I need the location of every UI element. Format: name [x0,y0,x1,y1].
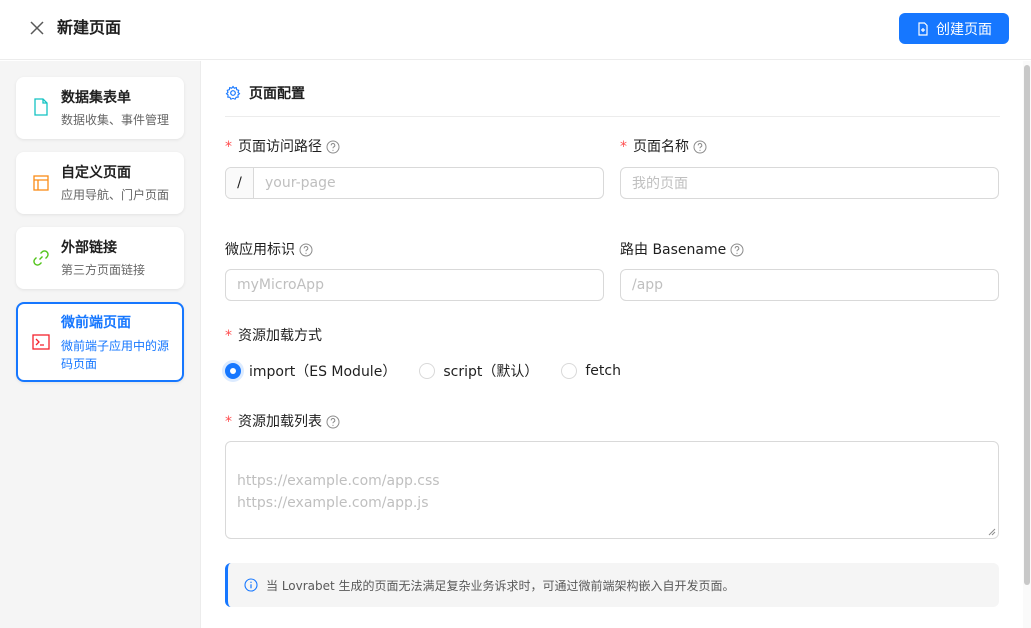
page-type-desc: 第三方页面链接 [61,263,146,277]
page-title: 新建页面 [57,18,122,37]
scrollbar[interactable] [1023,61,1031,628]
path-prefix-addon: / [226,168,254,198]
page-type-desc: 微前端子应用中的源码页面 [61,339,170,371]
page-type-sidebar: 数据集表单 数据收集、事件管理 自定义页面 应用导航、门户页面 外部链接 第三方… [0,61,201,628]
page-type-title: 自定义页面 [61,165,131,181]
file-add-icon [918,21,928,36]
question-circle-icon[interactable] [730,243,744,257]
page-type-title: 微前端页面 [61,315,131,331]
basename-input[interactable]: /app [620,269,999,301]
page-config-form: 页面配置 * 页面访问路径 / your-page * 页面名称 我的页面 微应… [201,61,1023,628]
radio-fetch[interactable]: fetch [561,363,621,379]
radio-label: script（默认） [443,364,539,380]
path-label: * 页面访问路径 [225,137,340,157]
page-type-desc: 数据收集、事件管理 [61,113,170,127]
required-mark: * [225,139,232,155]
page-type-card-micro-frontend[interactable]: 微前端页面 微前端子应用中的源码页面 [16,302,184,382]
radio-circle[interactable] [225,363,241,379]
load-mode-label-text: 资源加载方式 [238,328,322,344]
link-icon [33,250,49,266]
resources-textarea[interactable]: https://example.com/app.css https://exam… [225,441,999,539]
resources-label: * 资源加载列表 [225,412,340,432]
resize-handle-icon[interactable] [988,528,996,536]
micro-app-label: 微应用标识 [225,240,313,260]
question-circle-icon[interactable] [326,140,340,154]
load-mode-radio-group: import（ES Module） script（默认） fetch [225,361,644,381]
name-label: * 页面名称 [620,137,707,157]
section-title: 页面配置 [225,83,305,103]
page-type-card-external-link[interactable]: 外部链接 第三方页面链接 [16,227,184,289]
radio-circle[interactable] [561,363,578,379]
create-page-button[interactable]: 创建页面 [899,13,1009,44]
page-type-desc: 应用导航、门户页面 [61,188,170,202]
basename-label: 路由 Basename [620,240,744,260]
question-circle-icon[interactable] [693,140,707,154]
gear-icon [225,85,241,100]
create-page-label: 创建页面 [936,21,992,38]
page-type-title: 数据集表单 [61,90,131,106]
basename-label-text: 路由 Basename [620,242,727,258]
close-button[interactable] [26,17,48,39]
section-divider [225,116,1000,117]
page-type-card-dataset-form[interactable]: 数据集表单 数据收集、事件管理 [16,77,184,139]
name-label-text: 页面名称 [633,139,689,155]
radio-circle[interactable] [419,363,436,379]
code-icon [32,334,50,350]
load-mode-label: * 资源加载方式 [225,326,322,346]
required-mark: * [225,328,232,344]
info-circle-icon [244,578,258,592]
resources-placeholder: https://example.com/app.css https://exam… [237,473,440,511]
radio-label: fetch [585,363,621,379]
scrollbar-thumb[interactable] [1024,65,1030,585]
dialog-header: 新建页面 创建页面 [0,0,1031,60]
radio-import[interactable]: import（ES Module） [225,361,396,381]
path-input-group: / your-page [225,167,604,199]
page-type-card-custom-page[interactable]: 自定义页面 应用导航、门户页面 [16,152,184,214]
micro-app-input[interactable]: myMicroApp [225,269,604,301]
question-circle-icon[interactable] [326,415,340,429]
info-alert: 当 Lovrabet 生成的页面无法满足复杂业务诉求时，可通过微前端架构嵌入自开… [225,563,999,607]
layout-icon [33,175,49,191]
info-alert-text: 当 Lovrabet 生成的页面无法满足复杂业务诉求时，可通过微前端架构嵌入自开… [266,578,735,593]
close-icon [30,21,44,35]
question-circle-icon[interactable] [299,243,313,257]
document-icon [34,98,48,116]
path-label-text: 页面访问路径 [238,139,322,155]
resources-label-text: 资源加载列表 [238,414,322,430]
section-title-text: 页面配置 [249,86,305,102]
page-type-title: 外部链接 [61,240,117,256]
radio-label: import（ES Module） [249,364,397,380]
micro-app-label-text: 微应用标识 [225,242,295,258]
page-name-input[interactable]: 我的页面 [620,167,999,199]
radio-script[interactable]: script（默认） [419,361,538,381]
required-mark: * [620,139,627,155]
path-input[interactable]: your-page [254,168,603,198]
required-mark: * [225,414,232,430]
